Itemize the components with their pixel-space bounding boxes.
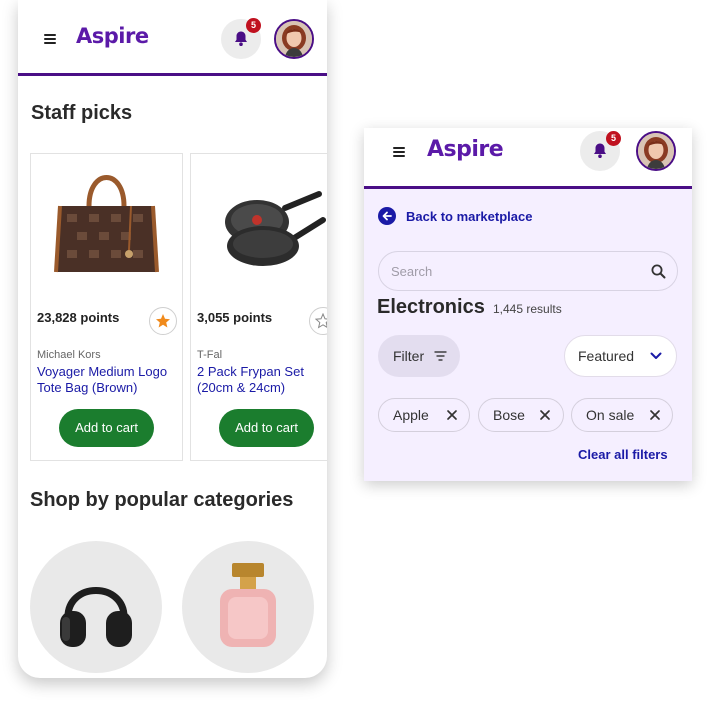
star-outline-icon — [315, 313, 327, 329]
search-field[interactable] — [378, 251, 678, 291]
sort-selected-value: Featured — [578, 348, 635, 364]
notifications-button[interactable]: 5 — [580, 131, 621, 171]
filter-label: Filter — [393, 348, 425, 364]
user-avatar[interactable] — [274, 19, 314, 59]
frypan-set-image — [225, 191, 326, 266]
clear-all-filters-link[interactable]: Clear all filters — [578, 447, 668, 462]
popular-categories-heading: Shop by popular categories — [30, 489, 294, 511]
notification-count-badge: 5 — [246, 18, 261, 33]
filters-phone-screen: Aspire 5 Back to marketplace Search Elec… — [364, 128, 692, 481]
bell-icon — [235, 31, 247, 46]
product-name-link[interactable]: Voyager Medium Logo Tote Bag (Brown) — [37, 364, 182, 396]
chevron-down-icon — [650, 352, 662, 359]
chip-label: On sale — [586, 407, 635, 423]
close-icon[interactable] — [446, 409, 458, 421]
headphones-icon — [60, 587, 132, 647]
chip-label: Bose — [493, 407, 525, 423]
arrow-left-icon — [378, 207, 396, 225]
search-input[interactable] — [391, 261, 631, 281]
main-phone-screen: Aspire 5 Staff picks 23,828 points Micha… — [18, 0, 327, 678]
back-to-marketplace-link[interactable]: Back to marketplace — [378, 206, 532, 226]
sort-dropdown[interactable]: Featured — [564, 335, 677, 377]
brand-logo[interactable]: Aspire — [427, 137, 504, 162]
product-image — [191, 154, 327, 294]
category-title: Electronics — [377, 296, 485, 318]
product-brand: Michael Kors — [37, 349, 101, 361]
back-link-label: Back to marketplace — [406, 208, 533, 224]
user-avatar[interactable] — [636, 131, 676, 171]
product-card[interactable]: 23,828 points Michael Kors Voyager Mediu… — [30, 153, 183, 461]
filter-button[interactable]: Filter — [378, 335, 460, 377]
notification-count-badge: 5 — [606, 131, 621, 146]
product-card[interactable]: 3,055 points T-Fal 2 Pack Frypan Set (20… — [190, 153, 327, 461]
product-points: 3,055 points — [197, 310, 273, 325]
product-name-link[interactable]: 2 Pack Frypan Set (20cm & 24cm) — [197, 364, 327, 396]
star-filled-icon — [156, 314, 170, 328]
hamburger-menu-icon[interactable] — [393, 147, 405, 157]
product-image — [31, 154, 182, 294]
app-header: Aspire 5 — [364, 128, 692, 189]
category-headphones[interactable] — [30, 541, 162, 673]
tote-bag-image — [54, 175, 159, 273]
staff-picks-heading: Staff picks — [31, 102, 133, 124]
close-icon[interactable] — [539, 409, 551, 421]
filter-chip-apple[interactable]: Apple — [378, 398, 470, 432]
brand-logo[interactable]: Aspire — [76, 24, 149, 48]
filter-chip-on-sale[interactable]: On sale — [571, 398, 673, 432]
app-header: Aspire 5 — [18, 0, 327, 76]
filter-chip-bose[interactable]: Bose — [478, 398, 564, 432]
notifications-button[interactable]: 5 — [221, 18, 261, 59]
perfume-icon — [220, 563, 276, 647]
favorite-button[interactable] — [309, 307, 327, 335]
filter-lines-icon — [434, 351, 447, 361]
bell-icon — [594, 143, 606, 158]
favorite-button[interactable] — [149, 307, 177, 335]
add-to-cart-button[interactable]: Add to cart — [59, 409, 154, 447]
avatar-photo — [276, 21, 312, 57]
product-points: 23,828 points — [37, 310, 120, 325]
hamburger-menu-icon[interactable] — [44, 34, 56, 44]
close-icon[interactable] — [649, 409, 661, 421]
product-brand: T-Fal — [197, 349, 223, 361]
add-to-cart-button[interactable]: Add to cart — [219, 409, 314, 447]
chip-label: Apple — [393, 407, 429, 423]
category-fragrance[interactable] — [182, 541, 314, 673]
results-count: 1,445 results — [493, 302, 562, 316]
search-icon[interactable] — [651, 264, 666, 279]
avatar-photo — [638, 133, 674, 169]
